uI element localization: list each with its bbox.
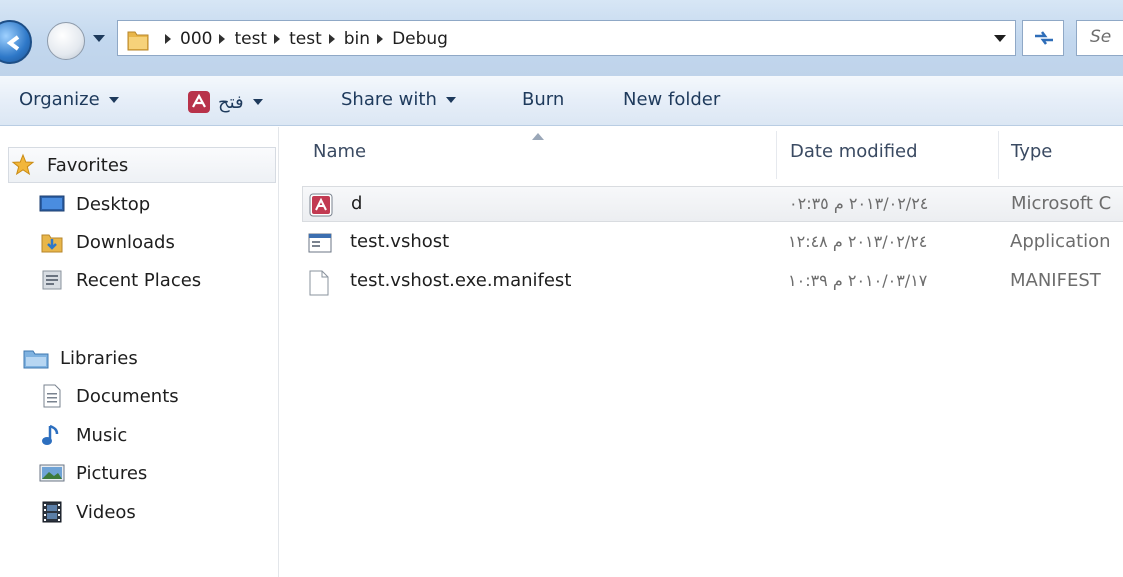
organize-label: Organize xyxy=(19,89,100,110)
sidebar-item-downloads[interactable]: Downloads xyxy=(38,224,175,260)
breadcrumb-separator-icon[interactable] xyxy=(219,34,226,44)
file-date-modified: ٢٠١٣/٠٢/٢٤ م ٠٢:٣٥ xyxy=(789,194,929,213)
desktop-icon xyxy=(38,192,66,216)
sidebar-item-documents[interactable]: Documents xyxy=(38,378,179,414)
breadcrumb-test[interactable]: test xyxy=(234,29,267,49)
pictures-icon xyxy=(38,461,66,485)
breadcrumb-test[interactable]: test xyxy=(289,29,322,49)
file-type: Application xyxy=(1010,231,1111,252)
videos-icon xyxy=(38,500,66,524)
sidebar-label: Recent Places xyxy=(76,269,202,291)
column-divider[interactable] xyxy=(776,131,777,179)
file-row[interactable]: test.vshost ٢٠١٣/٠٢/٢٤ م ١٢:٤٨ Applicati… xyxy=(302,225,1123,261)
command-bar: Organize فتح Share with Burn New folder xyxy=(0,76,1123,126)
breadcrumb-separator-icon[interactable] xyxy=(377,34,384,44)
breadcrumb-separator-icon[interactable] xyxy=(328,34,335,44)
file-name: test.vshost.exe.manifest xyxy=(350,270,572,291)
sidebar-label: Libraries xyxy=(60,347,138,369)
sidebar-item-pictures[interactable]: Pictures xyxy=(38,455,147,491)
burn-button[interactable]: Burn xyxy=(522,89,564,110)
access-file-icon xyxy=(309,193,333,217)
column-header-date-modified[interactable]: Date modified xyxy=(790,141,918,162)
breadcrumb-separator-icon[interactable] xyxy=(274,34,281,44)
file-type: MANIFEST xyxy=(1010,270,1101,291)
breadcrumb-000[interactable]: 000 xyxy=(180,29,212,49)
star-icon xyxy=(9,153,37,177)
file-type: Microsoft C xyxy=(1011,193,1112,214)
access-app-icon xyxy=(188,91,210,113)
file-row[interactable]: d ٢٠١٣/٠٢/٢٤ م ٠٢:٣٥ Microsoft C xyxy=(302,186,1123,222)
address-bar: 000 test test bin Debug Se xyxy=(0,0,1123,76)
forward-button[interactable] xyxy=(47,22,85,60)
column-divider[interactable] xyxy=(998,131,999,179)
breadcrumb: 000 test test bin Debug xyxy=(158,27,448,51)
file-row[interactable]: test.vshost.exe.manifest ٢٠١٠/٠٣/١٧ م ١٠… xyxy=(302,264,1123,300)
file-name: test.vshost xyxy=(350,231,450,252)
share-with-label: Share with xyxy=(341,89,437,110)
sidebar-label: Favorites xyxy=(47,154,129,176)
file-name: d xyxy=(351,193,363,214)
recent-places-icon xyxy=(38,268,66,292)
arrow-left-icon xyxy=(6,35,20,51)
column-header-name[interactable]: Name xyxy=(313,141,366,162)
sidebar-item-libraries[interactable]: Libraries xyxy=(22,340,138,376)
libraries-icon xyxy=(22,346,50,370)
chevron-down-icon xyxy=(108,96,119,103)
file-date-modified: ٢٠١٣/٠٢/٢٤ م ١٢:٤٨ xyxy=(788,232,928,251)
sidebar-item-videos[interactable]: Videos xyxy=(38,494,136,530)
sort-ascending-icon xyxy=(532,133,544,140)
sidebar-label: Pictures xyxy=(76,462,148,484)
back-button[interactable] xyxy=(0,20,32,64)
new-folder-button[interactable]: New folder xyxy=(623,89,720,110)
folder-icon xyxy=(127,31,149,51)
sidebar-label: Desktop xyxy=(76,193,151,215)
chevron-down-icon xyxy=(445,96,456,103)
search-input[interactable]: Se xyxy=(1076,20,1123,56)
sidebar-label: Documents xyxy=(76,385,179,407)
open-with-button[interactable]: فتح xyxy=(186,89,263,115)
refresh-icon xyxy=(1035,31,1053,45)
column-header-type[interactable]: Type xyxy=(1011,141,1052,162)
sidebar-item-favorites[interactable]: Favorites xyxy=(8,147,276,183)
refresh-button[interactable] xyxy=(1022,20,1064,56)
music-icon xyxy=(38,423,66,447)
file-list: Name Date modified Type d ٢٠١٣/٠٢/٢٤ م ٠… xyxy=(280,127,1123,577)
address-history-dropdown-icon[interactable] xyxy=(994,35,1006,43)
recent-pages-dropdown-icon[interactable] xyxy=(93,35,105,43)
address-box[interactable]: 000 test test bin Debug xyxy=(117,20,1016,56)
sidebar-item-desktop[interactable]: Desktop xyxy=(38,186,150,222)
burn-label: Burn xyxy=(522,89,565,110)
new-folder-label: New folder xyxy=(623,89,721,110)
sidebar-label: Downloads xyxy=(76,231,175,253)
sidebar-label: Videos xyxy=(76,501,136,523)
file-date-modified: ٢٠١٠/٠٣/١٧ م ١٠:٣٩ xyxy=(788,271,928,290)
share-with-button[interactable]: Share with xyxy=(341,89,456,110)
documents-icon xyxy=(38,384,66,408)
breadcrumb-bin[interactable]: bin xyxy=(344,29,370,49)
breadcrumb-separator-icon[interactable] xyxy=(165,34,171,44)
file-icon xyxy=(308,270,332,296)
downloads-folder-icon xyxy=(38,230,66,254)
breadcrumb-debug[interactable]: Debug xyxy=(392,29,448,49)
sidebar-item-music[interactable]: Music xyxy=(38,417,127,453)
sidebar-label: Music xyxy=(76,424,128,446)
open-with-label: فتح xyxy=(218,91,244,113)
chevron-down-icon xyxy=(252,99,263,105)
sidebar-item-recent-places[interactable]: Recent Places xyxy=(38,262,201,298)
application-icon xyxy=(308,231,332,255)
navigation-pane: Favorites Desktop Downloads Recent Place… xyxy=(0,127,279,577)
organize-button[interactable]: Organize xyxy=(19,89,119,110)
